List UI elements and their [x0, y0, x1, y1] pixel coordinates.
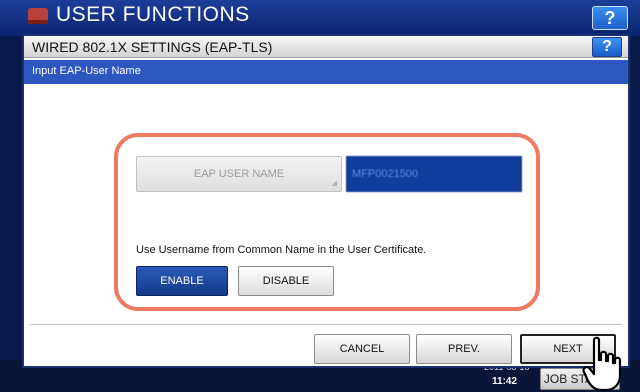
- user-functions-icon: [28, 8, 48, 24]
- cancel-button[interactable]: CANCEL: [314, 334, 410, 364]
- app-help-button[interactable]: ?: [592, 6, 628, 30]
- eap-user-name-button[interactable]: EAP USER NAME ◢: [136, 156, 342, 192]
- pointer-hand-icon: [582, 336, 622, 392]
- dialog-subtitle: Input EAP-User Name: [32, 65, 141, 77]
- status-time: 11:42: [492, 376, 518, 387]
- dialog-title: WIRED 802.1X SETTINGS (EAP-TLS): [32, 39, 273, 55]
- eap-user-name-field[interactable]: MFP0021500: [346, 156, 522, 192]
- footer-divider: [30, 324, 622, 325]
- corner-arrow-icon: ◢: [331, 180, 337, 187]
- prev-button[interactable]: PREV.: [416, 334, 512, 364]
- dialog-subbar: Input EAP-User Name: [24, 60, 628, 84]
- common-name-label: Use Username from Common Name in the Use…: [136, 244, 427, 256]
- app-title: USER FUNCTIONS: [56, 3, 250, 26]
- disable-button[interactable]: DISABLE: [238, 266, 334, 296]
- dialog-titlebar: WIRED 802.1X SETTINGS (EAP-TLS) ?: [24, 36, 628, 58]
- dialog-help-button[interactable]: ?: [592, 37, 622, 57]
- eap-user-name-label: EAP USER NAME: [193, 168, 285, 180]
- eap-tls-dialog: WIRED 802.1X SETTINGS (EAP-TLS) ? Input …: [22, 34, 630, 368]
- enable-button[interactable]: ENABLE: [136, 266, 228, 296]
